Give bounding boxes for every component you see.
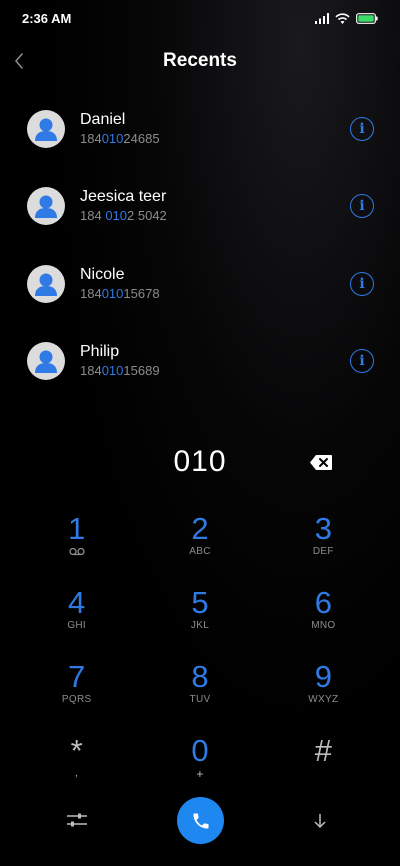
dialer-settings-button[interactable] — [66, 812, 90, 832]
signal-icon — [315, 12, 329, 24]
key-letters: ABC — [189, 546, 211, 557]
key-8[interactable]: 8 TUV — [138, 660, 261, 734]
info-icon: i — [359, 198, 365, 215]
key-letters: GHI — [67, 620, 86, 631]
keypad: 1 2 ABC 3 DEF 4 GHI 5 JKL 6 MNO 7 PQRS 8… — [0, 512, 400, 808]
key-digit: # — [314, 733, 332, 768]
call-button[interactable] — [177, 797, 224, 844]
voicemail-icon — [69, 547, 85, 556]
key-letters: WXYZ — [308, 694, 339, 705]
contact-name: Nicole — [80, 265, 125, 283]
key-letters: TUV — [189, 694, 211, 705]
key-digit: * — [70, 733, 83, 768]
bottom-bar — [0, 797, 400, 847]
sliders-icon — [67, 813, 87, 827]
key-digit: 5 — [191, 585, 209, 620]
status-icons — [315, 12, 378, 24]
status-time: 2:36 AM — [22, 10, 72, 26]
contact-row[interactable]: Nicole 18401015678 i — [0, 245, 400, 323]
avatar — [27, 109, 65, 148]
info-icon: i — [359, 120, 365, 137]
contact-row[interactable]: Daniel 18401024685 i — [0, 90, 400, 168]
avatar — [27, 264, 65, 303]
key-letters: DEF — [312, 546, 334, 557]
key-digit: 2 — [191, 511, 209, 546]
contact-text: Daniel 18401024685 — [80, 110, 160, 148]
key-digit: 3 — [314, 511, 332, 546]
key-digit: 4 — [68, 585, 86, 620]
key-3[interactable]: 3 DEF — [262, 512, 385, 586]
wifi-icon — [335, 12, 350, 24]
key-letters: JKL — [190, 620, 210, 631]
contact-row[interactable]: Philip 18401015689 i — [0, 323, 400, 401]
back-button[interactable] — [6, 48, 32, 74]
backspace-icon — [310, 454, 332, 470]
avatar — [27, 342, 65, 381]
contact-text: Jeesica teer 184 0102 5042 — [80, 187, 167, 225]
person-icon — [35, 350, 57, 374]
header: Recents — [0, 44, 400, 78]
key-letters: PQRS — [61, 694, 92, 705]
info-icon: i — [359, 275, 365, 292]
contact-info-button[interactable]: i — [350, 194, 374, 219]
collapse-keypad-button[interactable] — [312, 812, 332, 832]
key-digit: 6 — [314, 585, 332, 620]
contact-name: Daniel — [80, 110, 126, 128]
key-digit: 1 — [68, 511, 86, 546]
key-digit: 9 — [314, 659, 332, 694]
key-6[interactable]: 6 MNO — [262, 586, 385, 660]
key-letters: + — [196, 767, 204, 781]
dialer-screen: 2:36 AM Recents Daniel 18401024685 i Jee… — [0, 0, 400, 866]
contact-row[interactable]: Jeesica teer 184 0102 5042 i — [0, 168, 400, 246]
contact-info-button[interactable]: i — [350, 349, 374, 374]
key-1[interactable]: 1 — [15, 512, 138, 586]
key-5[interactable]: 5 JKL — [138, 586, 261, 660]
status-bar: 2:36 AM — [0, 0, 400, 36]
key-7[interactable]: 7 PQRS — [15, 660, 138, 734]
key-2[interactable]: 2 ABC — [138, 512, 261, 586]
key-digit: 0 — [191, 733, 209, 768]
phone-icon — [193, 813, 208, 828]
contact-info-button[interactable]: i — [350, 116, 374, 141]
page-title: Recents — [163, 50, 237, 71]
backspace-button[interactable] — [308, 452, 334, 472]
contact-text: Philip 18401015689 — [80, 342, 160, 380]
arrow-down-icon — [314, 814, 326, 829]
key-9[interactable]: 9 WXYZ — [262, 660, 385, 734]
person-icon — [35, 273, 57, 296]
info-icon: i — [359, 353, 365, 370]
contact-text: Nicole 18401015678 — [80, 265, 160, 303]
key-digit: 8 — [191, 659, 209, 694]
contact-number: 18401015678 — [80, 285, 160, 301]
contact-number: 18401015689 — [80, 363, 160, 379]
person-icon — [35, 195, 57, 219]
dialed-number-display: 010 — [0, 440, 400, 484]
key-letters: MNO — [311, 620, 336, 631]
avatar — [27, 187, 65, 226]
contact-name: Philip — [80, 343, 120, 361]
dialed-number: 010 — [173, 445, 227, 478]
key-digit: 7 — [68, 659, 86, 694]
battery-icon — [356, 12, 378, 24]
key-4[interactable]: 4 GHI — [15, 586, 138, 660]
person-icon — [35, 118, 57, 141]
contact-info-button[interactable]: i — [350, 271, 374, 296]
contact-number: 18401024685 — [80, 130, 160, 146]
key-letters: , — [75, 768, 79, 779]
contact-number: 184 0102 5042 — [80, 208, 167, 224]
recents-list: Daniel 18401024685 i Jeesica teer 184 01… — [0, 90, 400, 400]
chevron-left-icon — [15, 53, 23, 69]
contact-name: Jeesica teer — [80, 188, 167, 206]
